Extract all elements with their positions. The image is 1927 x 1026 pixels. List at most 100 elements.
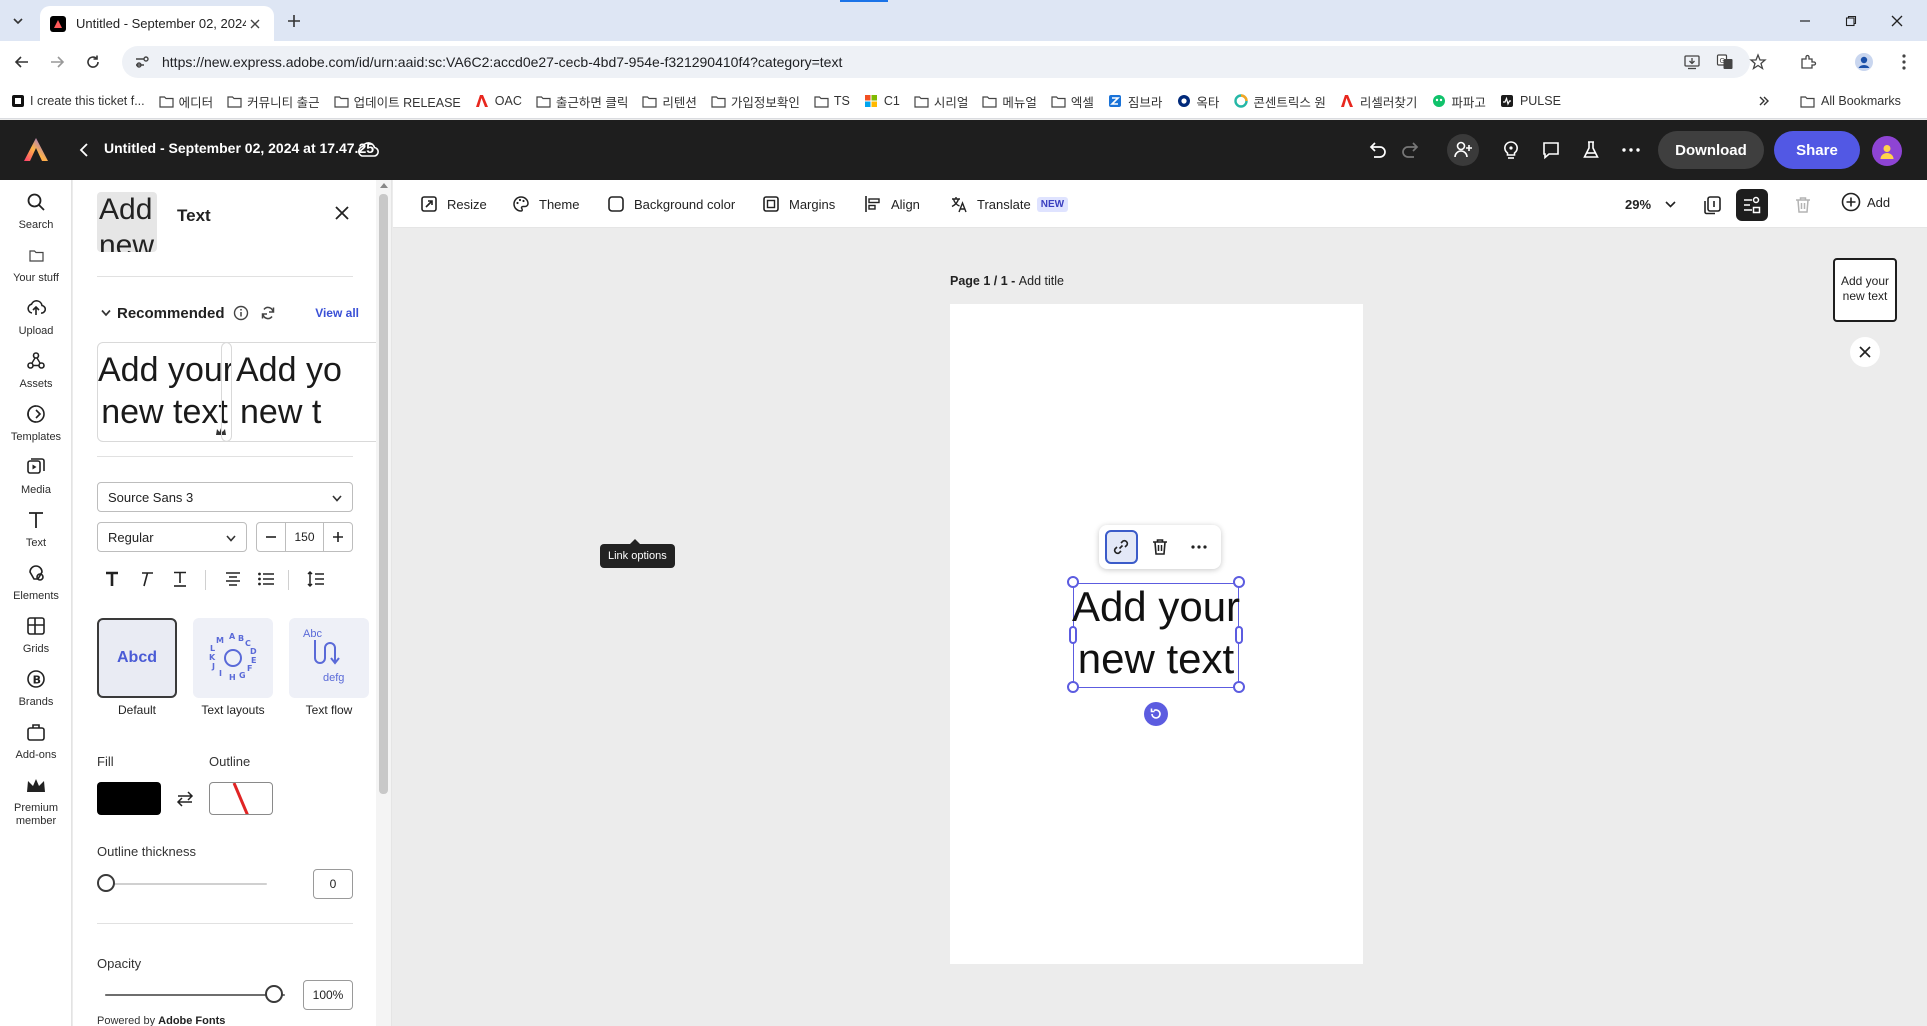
zoom-select[interactable]: 29% <box>1625 192 1676 216</box>
bookmark-item[interactable]: 콘센트릭스 원 <box>1233 88 1333 114</box>
download-button[interactable]: Download <box>1658 131 1764 169</box>
page-title-input[interactable]: Add title <box>1019 274 1064 288</box>
rail-item-your-stuff[interactable]: Your stuff <box>0 237 72 297</box>
bookmark-item[interactable]: 옥타 <box>1176 88 1227 114</box>
translate-page-icon[interactable]: G <box>1713 50 1737 74</box>
style-text-flow-card[interactable]: Abc defg <box>289 618 369 698</box>
resize-handle-top-left[interactable] <box>1067 576 1079 588</box>
rail-item-text[interactable]: Text <box>0 502 72 562</box>
view-all-link[interactable]: View all <box>315 306 359 320</box>
install-app-icon[interactable] <box>1680 50 1704 74</box>
bookmark-item[interactable]: 메뉴얼 <box>982 88 1045 114</box>
powered-by-brand[interactable]: Adobe Fonts <box>158 1015 225 1026</box>
new-tab-plus-icon[interactable] <box>282 10 306 32</box>
pages-icon[interactable] <box>1696 189 1728 221</box>
scroll-up-arrow-icon[interactable] <box>380 183 388 188</box>
bold-text-icon[interactable] <box>99 566 125 592</box>
back-chevron-icon[interactable] <box>72 138 96 162</box>
user-avatar[interactable] <box>1872 136 1902 166</box>
bookmark-item[interactable]: 출근하면 클릭 <box>536 88 636 114</box>
more-bookmarks-chevron-icon[interactable] <box>1754 91 1774 111</box>
panel-scrollbar[interactable] <box>376 180 392 1026</box>
translate-button[interactable]: Translate NEW <box>949 192 1069 216</box>
url-omnibox[interactable]: https://new.express.adobe.com/id/urn:aai… <box>122 46 1750 78</box>
layers-icon[interactable] <box>1736 189 1768 221</box>
margins-button[interactable]: Margins <box>761 192 835 216</box>
increase-size-plus-icon[interactable] <box>324 523 352 551</box>
rail-item-search[interactable]: Search <box>0 184 72 244</box>
comments-icon[interactable] <box>1537 136 1565 164</box>
rotate-handle-icon[interactable] <box>1144 702 1168 726</box>
share-button[interactable]: Share <box>1774 131 1860 169</box>
bookmark-item[interactable]: C1 <box>864 88 908 114</box>
resize-handle-top-right[interactable] <box>1233 576 1245 588</box>
canvas-text-element[interactable]: Add your new text <box>1070 581 1242 685</box>
bookmark-item[interactable]: I create this ticket f... <box>10 88 153 114</box>
rail-item-premium-member[interactable]: Premium member <box>0 768 72 828</box>
opacity-slider-thumb[interactable] <box>265 985 283 1003</box>
redo-icon[interactable] <box>1397 136 1425 164</box>
bookmark-item[interactable]: OAC <box>475 88 530 114</box>
bookmark-item[interactable]: 커뮤니티 출근 <box>227 88 327 114</box>
rail-item-media[interactable]: Media <box>0 449 72 509</box>
outline-thickness-slider-thumb[interactable] <box>97 874 115 892</box>
bookmark-item[interactable]: 에디터 <box>159 88 222 114</box>
text-preset-1[interactable]: Add your new text <box>97 342 232 442</box>
outline-thickness-value[interactable]: 0 <box>313 869 353 899</box>
url-text[interactable]: https://new.express.adobe.com/id/urn:aai… <box>162 54 842 70</box>
bookmark-item[interactable]: 업데이트 RELEASE <box>334 88 469 114</box>
undo-icon[interactable] <box>1363 136 1391 164</box>
rail-item-brands[interactable]: B Brands <box>0 661 72 721</box>
bookmark-star-icon[interactable] <box>1746 50 1770 74</box>
outline-color-swatch[interactable] <box>209 782 273 815</box>
bookmark-item[interactable]: 가입정보확인 <box>711 88 808 114</box>
bookmark-item[interactable]: 리텐션 <box>642 88 705 114</box>
opacity-value[interactable]: 100% <box>303 980 353 1010</box>
tab-close-icon[interactable] <box>246 15 264 33</box>
collapse-chevron-icon[interactable] <box>101 309 111 317</box>
bookmark-item[interactable]: 짐브라 <box>1108 88 1171 114</box>
panel-close-icon[interactable] <box>331 202 353 224</box>
delete-trash-icon[interactable] <box>1144 530 1177 564</box>
reload-icon[interactable] <box>80 50 106 74</box>
rail-item-upload[interactable]: Upload <box>0 290 72 350</box>
align-center-icon[interactable] <box>220 566 246 592</box>
document-title[interactable]: Untitled - September 02, 2024 at 17.47.2… <box>104 140 374 156</box>
bookmark-item[interactable]: PULSE <box>1500 88 1569 114</box>
text-preset-2[interactable]: Add yo new t <box>221 342 376 442</box>
underline-text-icon[interactable] <box>167 566 193 592</box>
site-info-icon[interactable] <box>134 54 150 70</box>
tab-search-chevron-icon[interactable] <box>6 10 30 32</box>
adobe-express-logo-icon[interactable] <box>22 136 50 164</box>
profile-icon[interactable] <box>1852 50 1876 74</box>
italic-text-icon[interactable] <box>133 566 159 592</box>
style-default-card[interactable]: Abcd <box>97 618 177 698</box>
all-bookmarks[interactable]: All Bookmarks <box>1800 88 1901 114</box>
invite-collaborator-icon[interactable] <box>1447 134 1479 166</box>
background-color-button[interactable]: Background color <box>606 192 735 216</box>
browser-menu-icon[interactable] <box>1892 50 1916 74</box>
font-family-select[interactable]: Source Sans 3 <box>97 482 353 512</box>
bookmark-item[interactable]: 시리얼 <box>914 88 977 114</box>
resize-button[interactable]: Resize <box>419 192 487 216</box>
panel-scrollbar-thumb[interactable] <box>379 194 388 794</box>
back-arrow-icon[interactable] <box>9 50 35 74</box>
line-spacing-icon[interactable] <box>303 566 329 592</box>
brand-kit-bulb-icon[interactable] <box>1497 136 1525 164</box>
bookmark-item[interactable]: 파파고 <box>1431 88 1494 114</box>
theme-button[interactable]: Theme <box>511 192 579 216</box>
font-weight-select[interactable]: Regular <box>97 522 247 552</box>
rail-item-elements[interactable]: Elements <box>0 555 72 615</box>
more-options-icon[interactable] <box>1617 136 1645 164</box>
add-button[interactable]: Add <box>1841 192 1890 212</box>
bookmark-item[interactable]: 리셀러찾기 <box>1340 88 1426 114</box>
bookmark-item[interactable]: TS <box>814 88 858 114</box>
minimize-icon[interactable] <box>1782 0 1828 41</box>
resize-handle-bottom-right[interactable] <box>1233 681 1245 693</box>
window-close-icon[interactable] <box>1874 0 1920 41</box>
page-thumbnail[interactable]: Add your new text <box>1833 258 1897 322</box>
extensions-puzzle-icon[interactable] <box>1796 50 1820 74</box>
delete-trash-disabled-icon[interactable] <box>1787 189 1819 221</box>
rail-item-grids[interactable]: Grids <box>0 608 72 668</box>
rail-item-assets[interactable]: Assets <box>0 343 72 403</box>
